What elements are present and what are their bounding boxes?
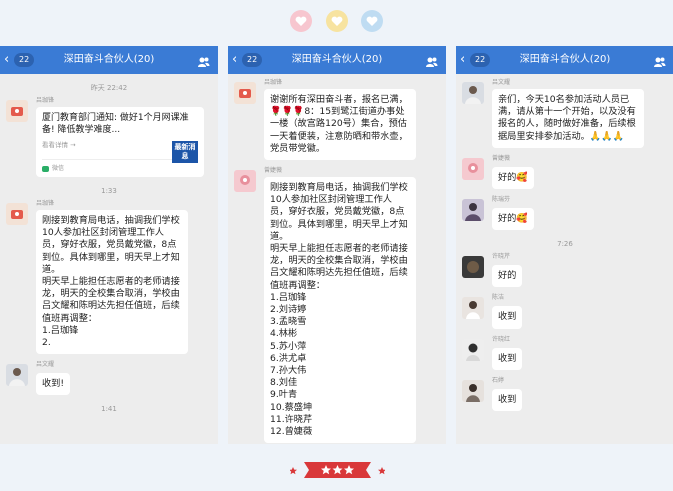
- message-bubble[interactable]: 刚接到教育局电话，抽调我们学校10人参加社区封闭管理工作人员，穿好衣服，党员戴党…: [264, 177, 416, 444]
- chat-title: 深田奋斗合伙人(20): [519, 54, 611, 65]
- message-bubble[interactable]: 刚接到教育局电话，抽调我们学校10人参加社区封闭管理工作人员，穿好衣服，党员戴党…: [36, 210, 188, 355]
- sender-name: 陈瑞芬: [492, 196, 511, 204]
- star-icon: [289, 467, 297, 475]
- chat-screenshot-3: ‹ 22 深田奋斗合伙人(20) 吕文耀 亲们，今天10名参加活动人员已满，请从…: [456, 46, 673, 444]
- sender-name: 吕文耀: [36, 361, 55, 369]
- sender-name: 曾婕薇: [492, 154, 511, 162]
- message-row: 吕文耀 收到!: [0, 360, 218, 396]
- message-bubble[interactable]: 收到!: [36, 373, 71, 396]
- message-bubble[interactable]: 好的: [492, 265, 523, 288]
- star-ribbon: [289, 460, 386, 480]
- message-row: 许晓芹 好的: [456, 252, 673, 288]
- decorative-hearts: [0, 10, 673, 34]
- chat-screenshot-1: ‹ 22 深田奋斗合伙人(20) 昨天 22:42 吕珈锋 厦门教育部门通知: …: [0, 46, 218, 444]
- article-title: 厦门教育部门通知: 做好1个月网课准备! 降低教学难度...: [42, 113, 189, 135]
- message-row: 吕珈锋 谢谢所有深田奋斗者，报名已满，🌹🌹🌹8：15到鹭江街道办事处一楼（故宫路…: [228, 78, 446, 161]
- chat-title-bar: ‹ 22 深田奋斗合伙人(20): [0, 46, 218, 74]
- sender-name: 吕珈锋: [264, 79, 283, 86]
- message-row: 石婷 收到: [456, 376, 673, 412]
- chat-title-bar: ‹ 22 深田奋斗合伙人(20): [228, 46, 446, 74]
- timestamp: 昨天 22:42: [90, 84, 128, 92]
- timestamp: 1:41: [101, 405, 117, 414]
- avatar[interactable]: [6, 364, 28, 387]
- message-bubble[interactable]: 收到: [492, 306, 523, 329]
- avatar[interactable]: [234, 170, 256, 193]
- message-row: 吕文耀 亲们，今天10名参加活动人员已满，请从第十一个开始，以及没有报名的人，随…: [456, 78, 673, 148]
- heart-icon: [290, 10, 313, 32]
- avatar[interactable]: [462, 297, 484, 320]
- message-row: 曾婕薇 好的🥰: [456, 154, 673, 190]
- sender-name: 许晓红: [492, 335, 511, 343]
- message-bubble[interactable]: 好的🥰: [492, 208, 534, 231]
- message-bubble[interactable]: 收到: [492, 388, 523, 412]
- message-bubble[interactable]: 谢谢所有深田奋斗者，报名已满，🌹🌹🌹8：15到鹭江街道办事处一楼（故宫路120号…: [264, 89, 416, 161]
- chat-title: 深田奋斗合伙人(20): [291, 54, 383, 65]
- star-icon: [378, 467, 386, 475]
- avatar[interactable]: [462, 379, 484, 402]
- sender-name: 曾婕薇: [264, 167, 283, 175]
- avatar[interactable]: [6, 203, 28, 225]
- message-row: 许晓红 收到: [456, 335, 673, 370]
- chat-screenshot-2: ‹ 22 深田奋斗合伙人(20) 吕珈锋 谢谢所有深田奋斗者，报名已满，🌹🌹🌹8…: [228, 46, 446, 444]
- message-row: 陈洁 收到: [456, 293, 673, 329]
- avatar[interactable]: [462, 82, 484, 104]
- article-card[interactable]: 厦门教育部门通知: 做好1个月网课准备! 降低教学难度... 看看详情 → 最新…: [36, 107, 204, 177]
- sender-name: 石婷: [492, 376, 505, 384]
- sender-name: 吕珈锋: [36, 200, 55, 207]
- timestamp: 7:26: [557, 240, 573, 249]
- article-link: 看看详情 →: [42, 141, 76, 149]
- people-icon[interactable]: [653, 53, 666, 72]
- message-row: 吕珈锋 厦门教育部门通知: 做好1个月网课准备! 降低教学难度... 看看详情 …: [0, 96, 218, 177]
- avatar[interactable]: [462, 256, 484, 279]
- sender-name: 吕珈锋: [36, 97, 55, 104]
- wechat-icon: [42, 165, 49, 172]
- sender-name: 吕文耀: [492, 79, 511, 86]
- avatar[interactable]: [462, 157, 484, 180]
- timestamp: 1:33: [101, 187, 117, 195]
- chat-title: 深田奋斗合伙人(20): [63, 54, 155, 65]
- sender-name: 许晓芹: [492, 253, 511, 261]
- avatar[interactable]: [462, 338, 484, 361]
- avatar[interactable]: [462, 199, 484, 222]
- sender-name: 陈洁: [492, 294, 505, 302]
- chat-title-bar: ‹ 22 深田奋斗合伙人(20): [456, 46, 673, 74]
- heart-icon: [360, 10, 383, 32]
- message-bubble[interactable]: 收到: [492, 347, 523, 370]
- message-row: 吕珈锋 刚接到教育局电话，抽调我们学校10人参加社区封闭管理工作人员，穿好衣服，…: [0, 199, 218, 355]
- article-thumbnail: 最新消息: [172, 141, 198, 163]
- heart-icon: [325, 10, 348, 32]
- avatar[interactable]: [234, 82, 256, 104]
- avatar[interactable]: [6, 100, 28, 122]
- source-label: 微信: [52, 165, 65, 172]
- people-icon[interactable]: [197, 53, 210, 72]
- message-bubble[interactable]: 亲们，今天10名参加活动人员已满，请从第十一个开始，以及没有报名的人，随时做好准…: [492, 89, 644, 148]
- message-row: 陈瑞芬 好的🥰: [456, 195, 673, 231]
- message-bubble[interactable]: 好的🥰: [492, 166, 534, 190]
- people-icon[interactable]: [425, 53, 438, 72]
- message-row: 曾婕薇 刚接到教育局电话，抽调我们学校10人参加社区封闭管理工作人员，穿好衣服，…: [228, 166, 446, 444]
